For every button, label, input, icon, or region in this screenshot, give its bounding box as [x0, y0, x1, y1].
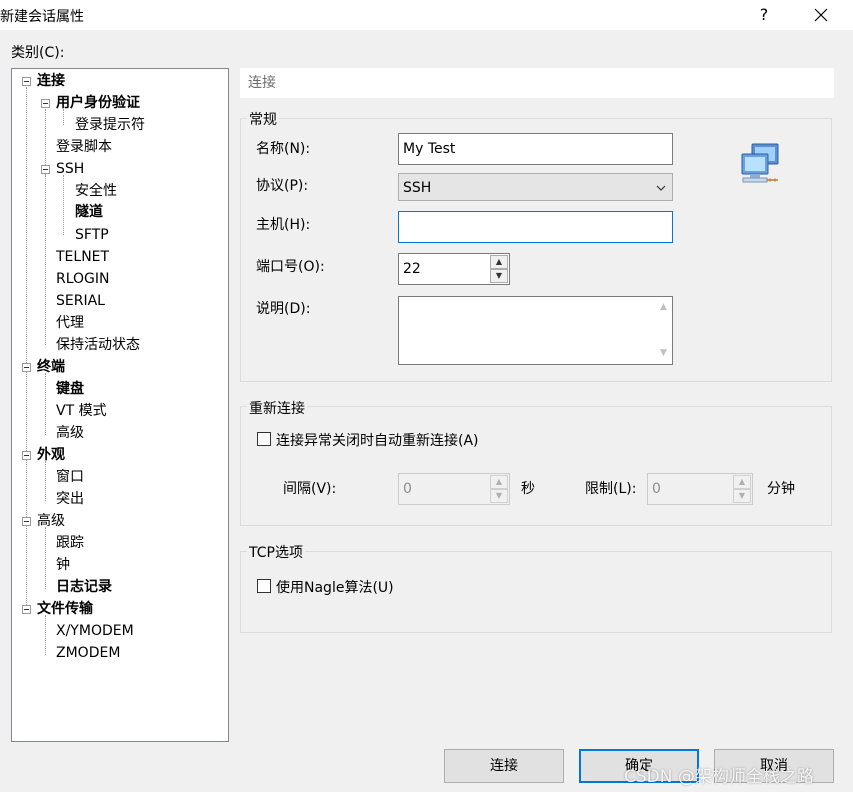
collapse-icon[interactable]: [41, 165, 50, 174]
interval-label: 间隔(V):: [283, 481, 337, 497]
limit-unit: 分钟: [767, 481, 795, 497]
host-field[interactable]: [398, 211, 673, 243]
category-label: 类别(C):: [11, 45, 65, 61]
collapse-icon[interactable]: [22, 363, 31, 372]
tree-item-advanced-root[interactable]: 高级: [37, 510, 65, 532]
tree-item-sftp[interactable]: SFTP: [75, 224, 109, 246]
description-scrollbar[interactable]: ▲ ▼: [655, 297, 672, 364]
general-group-title: 常规: [247, 109, 279, 129]
tree-item-keyboard[interactable]: 键盘: [56, 378, 84, 400]
scroll-up-icon[interactable]: ▲: [655, 299, 672, 316]
protocol-value: SSH: [403, 180, 432, 196]
spin-up-icon[interactable]: ▲: [490, 475, 508, 489]
tree-item-appearance[interactable]: 外观: [37, 444, 65, 466]
close-icon: [814, 8, 828, 22]
auto-reconnect-label[interactable]: 连接异常关闭时自动重新连接(A): [276, 430, 479, 450]
tree-item-login-prompt[interactable]: 登录提示符: [75, 114, 145, 136]
tree-item-vt-mode[interactable]: VT 模式: [56, 400, 107, 422]
title-bar: 新建会话属性 ?: [0, 0, 853, 30]
tree-line: [45, 527, 46, 589]
tree-item-keepalive[interactable]: 保持活动状态: [56, 334, 140, 356]
help-button[interactable]: ?: [752, 3, 776, 27]
protocol-select[interactable]: SSH: [398, 173, 673, 201]
spin-down-icon[interactable]: ▼: [733, 489, 751, 503]
description-label: 说明(D):: [256, 301, 311, 317]
tree-item-telnet[interactable]: TELNET: [56, 246, 109, 268]
interval-value: 0: [403, 481, 412, 497]
tree-line: [45, 373, 46, 435]
tree-item-zmodem[interactable]: ZMODEM: [56, 642, 120, 664]
tree-item-advanced[interactable]: 高级: [56, 422, 84, 444]
protocol-label: 协议(P):: [256, 178, 309, 194]
chevron-down-icon: [656, 174, 666, 212]
category-tree[interactable]: 连接 用户身份验证 登录提示符 登录脚本 SSH 安全性 隧道 SFTP TEL…: [11, 68, 229, 742]
connect-button[interactable]: 连接: [444, 749, 564, 783]
tree-line: [45, 175, 46, 345]
tree-line: [45, 461, 46, 501]
tree-item-bell[interactable]: 钟: [56, 554, 70, 576]
interval-spinner[interactable]: 0 ▲ ▼: [398, 473, 510, 505]
description-field[interactable]: ▲ ▼: [398, 296, 673, 365]
tree-line: [26, 87, 27, 611]
network-computers-icon: [740, 142, 784, 188]
collapse-icon[interactable]: [22, 605, 31, 614]
spin-up-icon[interactable]: ▲: [733, 475, 751, 489]
watermark: CSDN @架构师全栈之路: [624, 767, 814, 787]
tree-item-security[interactable]: 安全性: [75, 180, 117, 202]
collapse-icon[interactable]: [41, 99, 50, 108]
section-header: 连接: [240, 68, 834, 98]
tcp-group-title: TCP选项: [247, 542, 305, 562]
collapse-icon[interactable]: [22, 77, 31, 86]
tree-item-rlogin[interactable]: RLOGIN: [56, 268, 110, 290]
auto-reconnect-checkbox[interactable]: [257, 432, 271, 446]
tree-item-logging[interactable]: 日志记录: [56, 576, 112, 598]
collapse-icon[interactable]: [22, 517, 31, 526]
tree-item-serial[interactable]: SERIAL: [56, 290, 105, 312]
tree-item-window[interactable]: 窗口: [56, 466, 84, 488]
tree-item-login-script[interactable]: 登录脚本: [56, 136, 112, 158]
tree-item-file-transfer[interactable]: 文件传输: [37, 598, 93, 620]
window-title: 新建会话属性: [0, 9, 84, 25]
port-spinner[interactable]: 22 ▲ ▼: [398, 253, 510, 285]
collapse-icon[interactable]: [22, 451, 31, 460]
host-label: 主机(H):: [256, 217, 311, 233]
tree-item-xymodem[interactable]: X/YMODEM: [56, 620, 134, 642]
limit-label: 限制(L):: [585, 481, 637, 497]
tree-item-user-auth[interactable]: 用户身份验证: [56, 92, 140, 114]
name-label: 名称(N):: [256, 141, 311, 157]
tree-line: [45, 615, 46, 655]
limit-value: 0: [652, 481, 661, 497]
name-field[interactable]: My Test: [398, 133, 673, 165]
nagle-checkbox[interactable]: [257, 579, 271, 593]
spin-up-icon[interactable]: ▲: [490, 255, 508, 269]
reconnect-group: [240, 406, 832, 526]
spin-down-icon[interactable]: ▼: [490, 489, 508, 503]
nagle-label[interactable]: 使用Nagle算法(U): [276, 577, 394, 597]
close-button[interactable]: [806, 0, 836, 30]
tree-item-connection[interactable]: 连接: [37, 70, 65, 92]
limit-spinner[interactable]: 0 ▲ ▼: [647, 473, 753, 505]
interval-unit: 秒: [521, 481, 535, 497]
tree-item-terminal[interactable]: 终端: [37, 356, 65, 378]
tree-item-trace[interactable]: 跟踪: [56, 532, 84, 554]
scroll-down-icon[interactable]: ▼: [655, 345, 672, 362]
spin-down-icon[interactable]: ▼: [490, 269, 508, 283]
tree-item-tunnel[interactable]: 隧道: [75, 201, 103, 223]
port-value: 22: [403, 261, 421, 277]
tree-line: [63, 175, 64, 235]
tree-item-proxy[interactable]: 代理: [56, 312, 84, 334]
reconnect-group-title: 重新连接: [247, 398, 307, 418]
port-label: 端口号(O):: [256, 259, 325, 275]
tree-item-highlight[interactable]: 突出: [56, 488, 84, 510]
tree-item-ssh[interactable]: SSH: [56, 158, 84, 180]
